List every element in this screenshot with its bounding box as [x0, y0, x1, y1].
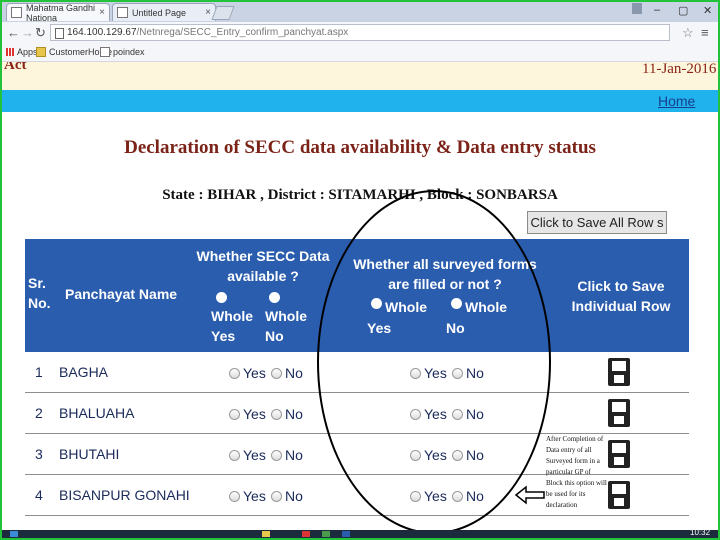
nav-bar [2, 90, 718, 112]
row-panchayat-name: BAGHA [59, 364, 109, 380]
header-secc-available: Whether SECC Data available ? [196, 248, 330, 284]
header-secc-whole-yes-radio[interactable] [216, 292, 227, 303]
user-profile-icon[interactable] [632, 3, 642, 14]
minimize-button[interactable]: – [654, 4, 660, 16]
row-panchayat-name: BHUTAHI [59, 446, 120, 462]
page-info-icon [55, 28, 64, 39]
explorer-icon[interactable] [262, 531, 270, 537]
yes-label: Yes [243, 406, 266, 422]
tab-label: Mahatma Gandhi Nationa [26, 2, 96, 23]
page-header: Act 11-Jan-2016 [2, 62, 718, 90]
apps-grid-icon [6, 48, 14, 56]
url-input[interactable]: 164.100.129.67/Netnrega/SECC_Entry_confi… [50, 24, 670, 41]
tab-untitled[interactable]: Untitled Page × [112, 3, 216, 21]
row-sr-no: 2 [35, 405, 43, 421]
secc-no-option[interactable]: No [271, 488, 303, 504]
tab-label: Untitled Page [132, 7, 187, 18]
header-secc-whole-no-label: Whole No [265, 308, 307, 344]
bookmarks-bar: Apps CustomerHome poindex [2, 44, 718, 62]
radio-button[interactable] [271, 367, 282, 379]
radio-button[interactable] [271, 449, 282, 461]
left-arrow-icon [514, 485, 545, 505]
clock-time: 10:32 [690, 528, 711, 537]
location-subtitle: State : BIHAR , District : SITAMARHI , B… [162, 187, 558, 203]
row-panchayat-name: BISANPUR GONAHI [59, 487, 190, 503]
secc-yes-option[interactable]: Yes [229, 365, 266, 381]
save-row-floppy-icon[interactable] [608, 358, 630, 386]
browser-menu-icon[interactable]: ≡ [701, 25, 709, 40]
annotation-note: After Completion of Data entry of all Su… [546, 435, 607, 509]
secc-no-option[interactable]: No [271, 447, 303, 463]
url-path: /Netnrega/SECC_Entry_confirm_panchyat.as… [136, 27, 349, 38]
secc-no-option[interactable]: No [271, 406, 303, 422]
header-sr-no: Sr. No. [28, 275, 51, 311]
start-icon[interactable] [10, 531, 18, 537]
secc-yes-option[interactable]: Yes [229, 447, 266, 463]
save-row-floppy-icon[interactable] [608, 481, 630, 509]
row-sr-no: 4 [35, 487, 43, 503]
radio-button[interactable] [229, 490, 240, 502]
folder-icon [36, 47, 46, 57]
radio-button[interactable] [271, 408, 282, 420]
tab-mgnrega[interactable]: Mahatma Gandhi Nationa × [6, 2, 110, 23]
save-all-rows-button[interactable]: Click to Save All Row s [527, 211, 667, 234]
app-icon[interactable] [322, 531, 330, 537]
header-secc-whole-yes-label: Whole Yes [211, 308, 253, 344]
tab-close-icon[interactable]: × [205, 7, 211, 18]
bookmark-apps[interactable]: Apps [6, 47, 38, 57]
save-row-floppy-icon[interactable] [608, 440, 630, 468]
page-favicon-icon [11, 7, 22, 18]
maximize-button[interactable]: ▢ [678, 4, 688, 17]
row-panchayat-name: BHALUAHA [59, 405, 135, 421]
yes-label: Yes [243, 488, 266, 504]
home-link[interactable]: Home [658, 93, 695, 109]
no-label: No [285, 406, 303, 422]
no-label: No [285, 447, 303, 463]
highlight-oval [317, 190, 551, 534]
header-panchayat-name: Panchayat Name [65, 286, 178, 302]
header-secc-whole-no-radio[interactable] [269, 292, 280, 303]
header-save-row: Click to Save Individual Row [571, 278, 671, 314]
secc-no-option[interactable]: No [271, 365, 303, 381]
bookmark-star-icon[interactable]: ☆ [682, 25, 694, 41]
back-arrow-icon[interactable]: ← [7, 25, 20, 40]
row-sr-no: 3 [35, 446, 43, 462]
bookmark-label: Apps [17, 47, 38, 57]
header-date: 11-Jan-2016 [642, 62, 717, 77]
radio-button[interactable] [229, 408, 240, 420]
new-tab-button[interactable] [211, 6, 235, 20]
windows-taskbar: 10:32 [2, 528, 718, 538]
bookmark-label: poindex [113, 47, 145, 57]
browser-tab-bar: Mahatma Gandhi Nationa × Untitled Page ×… [2, 2, 718, 23]
save-row-floppy-icon[interactable] [608, 399, 630, 427]
page-favicon-icon [117, 7, 128, 18]
page-title: Declaration of SECC data availability & … [124, 137, 596, 158]
app-icon[interactable] [302, 531, 310, 537]
browser-address-bar: ← → ↻ 164.100.129.67/Netnrega/SECC_Entry… [2, 22, 718, 45]
page-icon [100, 47, 110, 57]
close-window-button[interactable]: ✕ [703, 4, 712, 17]
url-host: 164.100.129.67 [67, 27, 137, 38]
yes-label: Yes [243, 447, 266, 463]
tab-close-icon[interactable]: × [99, 7, 105, 18]
secc-yes-option[interactable]: Yes [229, 406, 266, 422]
radio-button[interactable] [229, 367, 240, 379]
radio-button[interactable] [229, 449, 240, 461]
forward-arrow-icon[interactable]: → [21, 25, 34, 40]
screen-frame: Mahatma Gandhi Nationa × Untitled Page ×… [0, 0, 720, 540]
bookmark-poindex[interactable]: poindex [100, 47, 145, 57]
no-label: No [285, 365, 303, 381]
no-label: No [285, 488, 303, 504]
yes-label: Yes [243, 365, 266, 381]
header-act-text: Act [4, 62, 27, 73]
row-sr-no: 1 [35, 364, 43, 380]
reload-icon[interactable]: ↻ [35, 25, 46, 41]
secc-yes-option[interactable]: Yes [229, 488, 266, 504]
app-icon[interactable] [342, 531, 350, 537]
radio-button[interactable] [271, 490, 282, 502]
